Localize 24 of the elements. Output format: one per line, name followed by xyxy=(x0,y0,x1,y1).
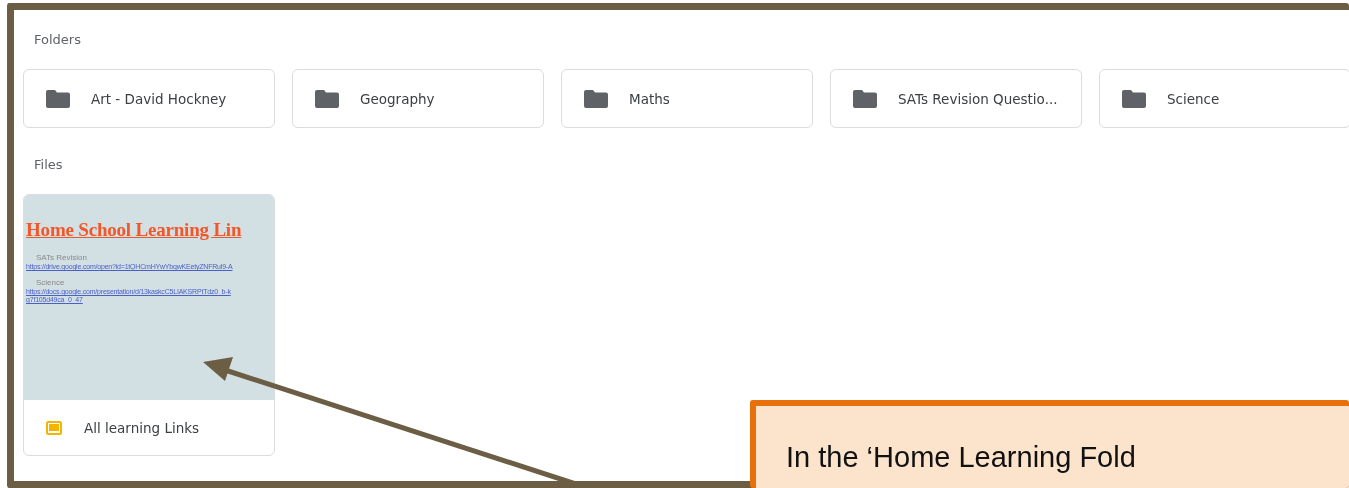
slide-title: Home School Learning Lin xyxy=(26,219,242,241)
section-heading: Folders xyxy=(33,32,81,47)
folder-name: SATs Revision Questio... xyxy=(898,90,1058,107)
folder-card[interactable]: Science xyxy=(1099,69,1349,128)
folder-name: Geography xyxy=(360,90,435,107)
file-name: All learning Links xyxy=(84,419,200,436)
folder-card[interactable]: Geography xyxy=(292,69,544,128)
file-card[interactable] xyxy=(23,194,275,456)
folder-card[interactable]: Art - David Hockney xyxy=(23,69,275,128)
folder-name: Science xyxy=(1167,90,1220,107)
callout-text: In the ‘Home Learning Fold xyxy=(786,442,1136,474)
folder-card[interactable]: SATs Revision Questio... xyxy=(830,69,1082,128)
slides-icon xyxy=(46,420,62,435)
folder-name: Art - David Hockney xyxy=(91,90,227,107)
folder-name: Maths xyxy=(629,90,670,107)
folder-icon xyxy=(1122,89,1146,108)
section-heading: Files xyxy=(33,157,63,172)
folder-icon xyxy=(853,89,877,108)
folder-icon xyxy=(315,89,339,108)
slide-text: SATs Revision xyxy=(36,253,87,262)
folder-card[interactable]: Maths xyxy=(561,69,813,128)
folder-icon xyxy=(584,89,608,108)
folder-icon xyxy=(46,89,70,108)
slide-text: Science xyxy=(36,278,65,287)
